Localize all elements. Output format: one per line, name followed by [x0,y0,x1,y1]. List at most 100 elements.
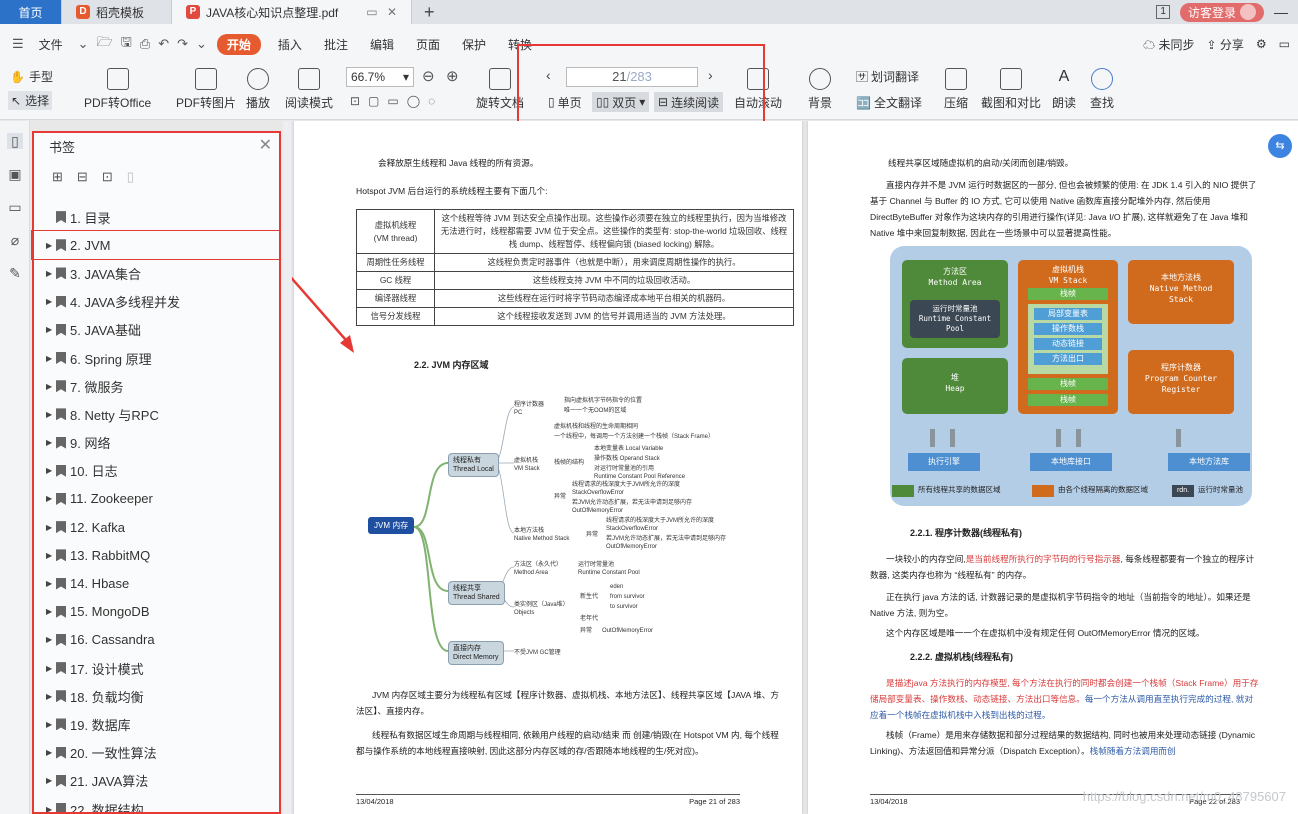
menu-convert[interactable]: 转换 [497,36,543,53]
hamburger-icon[interactable]: ☰ [8,36,28,52]
screenshot-compare-button[interactable]: 截图和对比 [981,68,1041,111]
login-button[interactable]: 访客登录 [1179,2,1264,22]
expand-arrow-icon[interactable]: ▶ [46,466,56,475]
menu-edit[interactable]: 编辑 [359,36,405,53]
bookmark-item[interactable]: ▶ 12. Kafka [32,513,280,541]
word-translate-button[interactable]: 🈂 划词翻译 [856,68,919,85]
redo-icon[interactable]: ↷ [173,36,192,52]
expand-arrow-icon[interactable]: ▶ [46,776,56,785]
bookmark-item[interactable]: ▶ 10. 日志 [32,457,280,485]
expand-arrow-icon[interactable]: ▶ [46,635,56,644]
zoom-select[interactable]: 66.7% ▾ [346,67,414,87]
expand-arrow-icon[interactable]: ▶ [46,438,56,447]
minimize-icon[interactable]: — [1274,4,1288,20]
background-button[interactable]: 背景 [808,68,832,111]
save-icon[interactable]: 🖫 [117,33,136,55]
expand-arrow-icon[interactable]: ▶ [46,551,56,560]
bookmark-item[interactable]: ▶ 4. JAVA多线程并发 [32,288,280,316]
tab-home[interactable]: 首页 [0,0,62,24]
bookmark-item[interactable]: ▶ 20. 一致性算法 [32,739,280,767]
auto-scroll-button[interactable]: 自动滚动 [734,68,782,111]
bookmark-item[interactable]: ▶ 19. 数据库 [32,710,280,738]
open-folder-icon[interactable]: 🗁 [93,33,117,55]
bookmark-item[interactable]: ▶ 21. JAVA算法 [32,767,280,795]
thumbnail-icon[interactable]: ▣ [7,166,23,182]
fit-icons[interactable]: ⊡▢▭◯◌ [350,94,443,108]
menu-page[interactable]: 页面 [405,36,451,53]
expand-arrow-icon[interactable]: ▶ [46,523,56,532]
bookmark-item[interactable]: ▶ 15. MongoDB [32,598,280,626]
hand-tool[interactable]: ✋ 手型 [10,68,53,85]
read-mode-button[interactable]: 阅读模式 [285,68,333,111]
play-button[interactable]: 播放 [246,68,270,111]
expand-arrow-icon[interactable]: ▶ [46,805,56,814]
bookmark-item[interactable]: ▶ 17. 设计模式 [32,654,280,682]
expand-arrow-icon[interactable]: ▶ [46,748,56,757]
print-icon[interactable]: ⎙ [136,36,154,52]
expand-arrow-icon[interactable]: ▶ [46,720,56,729]
chevron-down-icon[interactable]: ⌄ [74,36,93,52]
bookmark-item[interactable]: ▶ 3. JAVA集合 [32,259,280,287]
comment-icon[interactable]: ▭ [1279,37,1290,51]
expand-arrow-icon[interactable]: ▶ [46,664,56,673]
close-icon[interactable]: ✕ [259,135,272,155]
more-icon[interactable]: ⌄ [192,36,211,52]
read-aloud-button[interactable]: A 朗读 [1052,68,1076,111]
expand-arrow-icon[interactable]: ▶ [46,297,56,306]
comment-panel-icon[interactable]: ▭ [7,199,23,215]
panel-scrollbar[interactable] [283,121,291,814]
pdf-to-office-button[interactable]: PDF转Office [84,68,151,111]
tab-template[interactable]: D 稻壳模板 [62,0,172,24]
add-bookmark-icon[interactable]: ⊡ [102,169,113,185]
bookmark-item[interactable]: ▶ 5. JAVA基础 [32,316,280,344]
expand-arrow-icon[interactable]: ▶ [46,354,56,363]
expand-arrow-icon[interactable]: ▶ [46,692,56,701]
next-page-icon[interactable]: › [708,67,713,83]
delete-bookmark-icon[interactable]: ▯ [127,169,134,185]
share-button[interactable]: ⇪ 分享 [1206,36,1243,53]
menu-annotate[interactable]: 批注 [313,36,359,53]
full-translate-button[interactable]: 🈁 全文翻译 [856,94,922,111]
expand-arrow-icon[interactable]: ▶ [46,579,56,588]
expand-arrow-icon[interactable]: ▶ [46,241,56,250]
expand-all-icon[interactable]: ⊞ [52,169,63,185]
collapse-all-icon[interactable]: ⊟ [77,169,88,185]
new-tab-button[interactable]: + [412,0,447,24]
bookmark-item[interactable]: ▶ 18. 负载均衡 [32,682,280,710]
zoom-in-icon[interactable]: ⊕ [446,67,459,85]
prev-page-icon[interactable]: ‹ [546,67,551,83]
signature-icon[interactable]: ✎ [7,265,23,281]
expand-arrow-icon[interactable]: ▶ [46,325,56,334]
bookmark-item[interactable]: ▶ 16. Cassandra [32,626,280,654]
find-button[interactable]: 查找 [1090,68,1114,111]
expand-arrow-icon[interactable]: ▶ [46,410,56,419]
attachment-icon[interactable]: ⌀ [7,232,23,248]
floating-tool-icon[interactable]: ⇆ [1268,134,1292,158]
bookmark-item[interactable]: ▶ 2. JVM [31,230,281,261]
expand-arrow-icon[interactable]: ▶ [46,494,56,503]
select-tool[interactable]: ↖ 选择 [8,91,53,110]
bookmark-item[interactable]: ▶ 11. Zookeeper [32,485,280,513]
bookmark-item[interactable]: ▶ 8. Netty 与RPC [32,400,280,428]
menu-protect[interactable]: 保护 [451,36,497,53]
compress-button[interactable]: 压缩 [944,68,968,111]
expand-arrow-icon[interactable]: ▶ [46,382,56,391]
page-number-input[interactable]: 21/283 [566,67,698,87]
zoom-out-icon[interactable]: ⊖ [422,67,435,85]
rotate-button[interactable]: 旋转文档 [476,68,524,111]
single-page-button[interactable]: ▯ 单页 [544,92,586,112]
double-page-button[interactable]: ▯▯ 双页 ▾ [592,92,650,112]
expand-arrow-icon[interactable]: ▶ [46,607,56,616]
pdf-to-image-button[interactable]: PDF转图片 [176,68,236,111]
menu-insert[interactable]: 插入 [267,36,313,53]
expand-arrow-icon[interactable]: ▶ [46,269,56,278]
bookmark-item[interactable]: ▶ 14. Hbase [32,569,280,597]
bookmark-item[interactable]: ▶ 9. 网络 [32,429,280,457]
document-area[interactable]: 会释放原生线程和 Java 线程的所有资源。 Hotspot JVM 后台运行的… [292,121,1298,814]
continuous-read-button[interactable]: ⊟ 连续阅读 [654,92,724,112]
tab-pdf[interactable]: P JAVA核心知识点整理.pdf ▭ ✕ [172,0,412,24]
bookmark-item[interactable]: ▶ 22. 数据结构 [32,795,280,814]
menu-start[interactable]: 开始 [216,33,261,55]
bookmark-item[interactable]: ▶ 7. 微服务 [32,372,280,400]
bookmark-item[interactable]: ▶ 6. Spring 原理 [32,344,280,372]
